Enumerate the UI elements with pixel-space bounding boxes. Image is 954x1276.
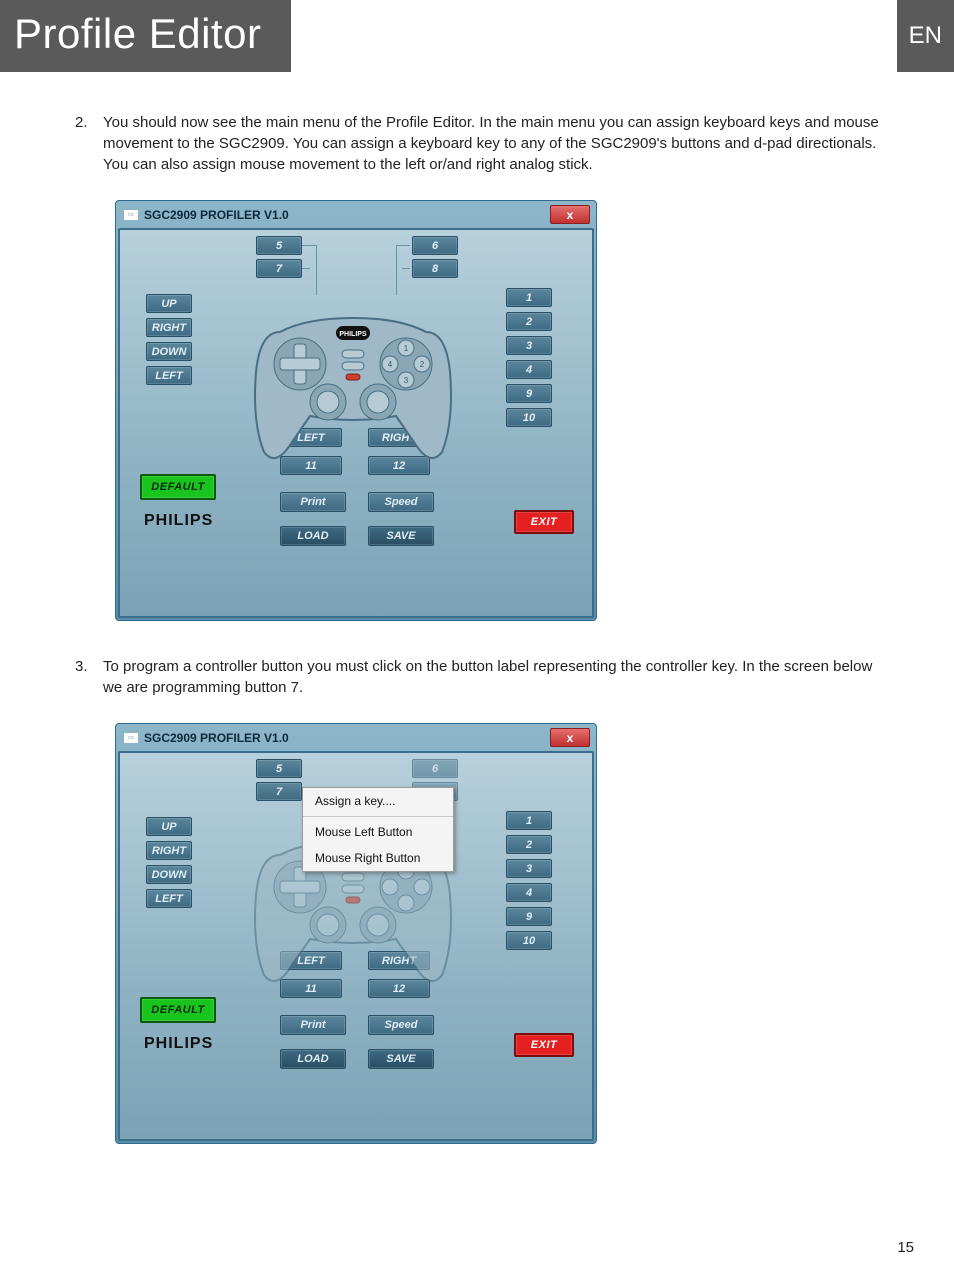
print-button-b[interactable]: Print (280, 1015, 346, 1035)
menu-assign-key[interactable]: Assign a key.... (303, 788, 453, 814)
save-button-b[interactable]: SAVE (368, 1049, 434, 1069)
context-menu: Assign a key.... Mouse Left Button Mouse… (302, 787, 454, 872)
close-icon[interactable]: x (550, 205, 590, 224)
philips-logo-b: PHILIPS (144, 1035, 213, 1053)
window-titlebar-2: ▭ SGC2909 PROFILER V1.0 x (118, 726, 594, 751)
button-6-b[interactable]: 6 (412, 759, 458, 778)
profiler-body: 5 7 6 8 UP RIGHT DOWN LEFT 1 2 3 4 (118, 228, 594, 618)
close-icon-2[interactable]: x (550, 728, 590, 747)
load-button-b[interactable]: LOAD (280, 1049, 346, 1069)
menu-mouse-right[interactable]: Mouse Right Button (303, 845, 453, 871)
window-title: SGC2909 PROFILER V1.0 (144, 208, 550, 222)
button-9[interactable]: 9 (506, 384, 552, 403)
button-1[interactable]: 1 (506, 288, 552, 307)
screenshot-profiler-context: ▭ SGC2909 PROFILER V1.0 x 5 7 6 8 UP RIG… (115, 723, 597, 1144)
gamepad-badge: PHILIPS (339, 331, 367, 338)
default-button[interactable]: DEFAULT (140, 474, 216, 500)
exit-button[interactable]: EXIT (514, 510, 574, 534)
app-icon: ▭ (124, 210, 138, 220)
profiler-body-2: 5 7 6 8 UP RIGHT DOWN LEFT 1 2 3 4 9 10 … (118, 751, 594, 1141)
dpad-down[interactable]: DOWN (146, 342, 192, 361)
page-number: 15 (0, 1179, 954, 1276)
print-button[interactable]: Print (280, 492, 346, 512)
button-9-b[interactable]: 9 (506, 907, 552, 926)
step-3: 3. To program a controller button you mu… (75, 656, 879, 698)
button-2-b[interactable]: 2 (506, 835, 552, 854)
button-1-b[interactable]: 1 (506, 811, 552, 830)
button-8[interactable]: 8 (412, 259, 458, 278)
dpad-right[interactable]: RIGHT (146, 318, 192, 337)
button-4[interactable]: 4 (506, 360, 552, 379)
step-3-text: To program a controller button you must … (103, 656, 879, 698)
exit-button-b[interactable]: EXIT (514, 1033, 574, 1057)
button-5-b[interactable]: 5 (256, 759, 302, 778)
svg-text:1: 1 (404, 344, 409, 353)
button-3[interactable]: 3 (506, 336, 552, 355)
step-2: 2. You should now see the main menu of t… (75, 112, 879, 175)
window-titlebar: ▭ SGC2909 PROFILER V1.0 x (118, 203, 594, 228)
svg-text:4: 4 (388, 360, 393, 369)
profiler-window-2: ▭ SGC2909 PROFILER V1.0 x 5 7 6 8 UP RIG… (115, 723, 597, 1144)
philips-logo: PHILIPS (144, 512, 213, 530)
dpad-up[interactable]: UP (146, 294, 192, 313)
dpad-right-b[interactable]: RIGHT (146, 841, 192, 860)
step-3-number: 3. (75, 656, 103, 698)
page-title: Profile Editor (0, 0, 291, 72)
menu-mouse-left[interactable]: Mouse Left Button (303, 819, 453, 845)
language-badge: EN (897, 0, 954, 72)
gamepad-illustration: PHILIPS 1 2 3 4 (250, 312, 456, 462)
speed-button[interactable]: Speed (368, 492, 434, 512)
svg-text:2: 2 (420, 360, 425, 369)
menu-separator (303, 816, 453, 817)
button-10[interactable]: 10 (506, 408, 552, 427)
step-2-text: You should now see the main menu of the … (103, 112, 879, 175)
button-7-b[interactable]: 7 (256, 782, 302, 801)
step-2-number: 2. (75, 112, 103, 175)
screenshot-profiler-main: ▭ SGC2909 PROFILER V1.0 x 5 7 6 8 UP RIG… (115, 200, 597, 621)
dpad-left-b[interactable]: LEFT (146, 889, 192, 908)
page-header: Profile Editor EN (0, 0, 954, 72)
dpad-up-b[interactable]: UP (146, 817, 192, 836)
window-title-2: SGC2909 PROFILER V1.0 (144, 731, 550, 745)
speed-button-b[interactable]: Speed (368, 1015, 434, 1035)
app-icon-2: ▭ (124, 733, 138, 743)
dpad-down-b[interactable]: DOWN (146, 865, 192, 884)
save-button[interactable]: SAVE (368, 526, 434, 546)
button-7[interactable]: 7 (256, 259, 302, 278)
default-button-b[interactable]: DEFAULT (140, 997, 216, 1023)
button-4-b[interactable]: 4 (506, 883, 552, 902)
dpad-left[interactable]: LEFT (146, 366, 192, 385)
button-3-b[interactable]: 3 (506, 859, 552, 878)
button-2[interactable]: 2 (506, 312, 552, 331)
button-10-b[interactable]: 10 (506, 931, 552, 950)
profiler-window: ▭ SGC2909 PROFILER V1.0 x 5 7 6 8 UP RIG… (115, 200, 597, 621)
button-6[interactable]: 6 (412, 236, 458, 255)
load-button[interactable]: LOAD (280, 526, 346, 546)
svg-text:3: 3 (404, 376, 409, 385)
button-5[interactable]: 5 (256, 236, 302, 255)
